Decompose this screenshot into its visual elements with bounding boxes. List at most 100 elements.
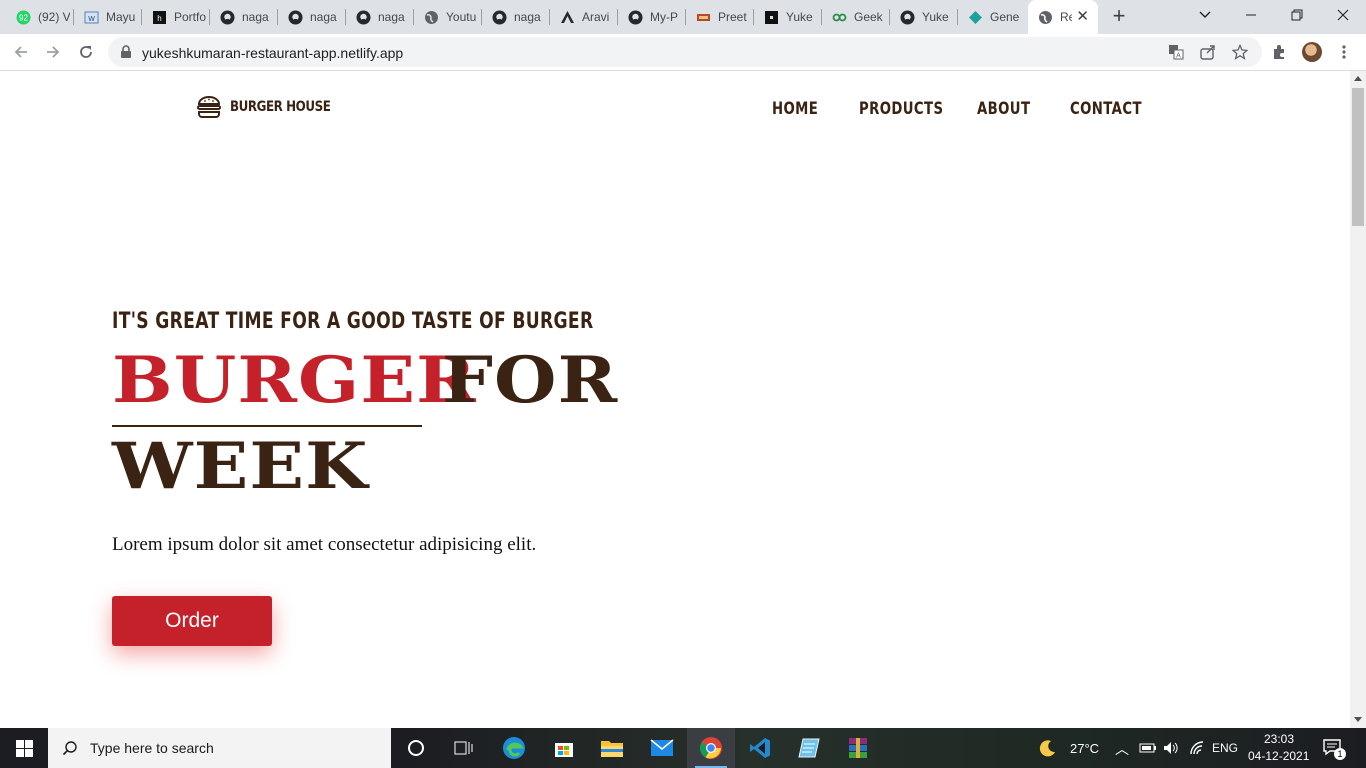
hero-description: Lorem ipsum dolor sit amet consectetur a… (112, 534, 537, 555)
browser-tab[interactable]: naga (210, 0, 278, 34)
tab-title: naga (514, 10, 541, 24)
nav-home[interactable]: HOME (772, 99, 818, 119)
browser-tab[interactable]: h Portfo (142, 0, 210, 34)
tab-title: Portfo (174, 10, 206, 24)
browser-tab[interactable]: naga (482, 0, 550, 34)
start-button[interactable] (0, 728, 48, 768)
chrome-icon (700, 737, 722, 759)
github-icon (900, 10, 915, 25)
browser-toolbar: yukeshkumaran-restaurant-app.netlify.app… (0, 34, 1366, 71)
more-menu-icon[interactable] (1335, 43, 1353, 61)
github-icon (492, 10, 507, 25)
wifi-icon[interactable] (1188, 740, 1206, 756)
nav-contact[interactable]: CONTACT (1070, 99, 1142, 119)
back-button[interactable] (9, 40, 33, 64)
weather-widget[interactable] (1027, 728, 1067, 768)
tab-title: Yuke (922, 10, 949, 24)
page-viewport: BURGER HOUSE HOME PRODUCTS ABOUT CONTACT… (0, 71, 1350, 728)
windows-logo-icon (15, 739, 33, 757)
chevron-down-icon (1199, 11, 1211, 18)
scrollbar-thumb[interactable] (1352, 88, 1364, 226)
browser-tab[interactable]: W Mayu (74, 0, 142, 34)
scroll-down-arrow-icon[interactable] (1354, 717, 1362, 722)
github-icon (288, 10, 303, 25)
mail-app[interactable] (638, 728, 686, 768)
browser-tab[interactable]: naga (278, 0, 346, 34)
store-app[interactable] (540, 728, 588, 768)
scroll-up-arrow-icon[interactable] (1354, 76, 1362, 81)
task-view-button[interactable] (440, 728, 488, 768)
bookmark-star-icon[interactable] (1232, 44, 1248, 60)
github-icon (220, 10, 235, 25)
food-icon (696, 10, 711, 25)
order-button[interactable]: Order (112, 596, 272, 646)
diamond-icon (968, 10, 983, 25)
browser-tab[interactable]: 92 (92) V (6, 0, 74, 34)
browser-tab[interactable]: naga (346, 0, 414, 34)
vscode-app[interactable] (736, 728, 784, 768)
notification-center-button[interactable]: 1 (1322, 738, 1346, 760)
burger-icon (197, 96, 221, 118)
whatsapp-icon: 92 (16, 10, 31, 25)
tab-title: naga (310, 10, 337, 24)
svg-text:W: W (88, 16, 95, 23)
clock-date[interactable]: 04-12-2021 (1248, 749, 1309, 763)
reload-button[interactable] (74, 40, 98, 64)
search-icon (62, 741, 77, 756)
nav-about[interactable]: ABOUT (977, 99, 1030, 119)
browser-tab[interactable]: Gene (958, 0, 1026, 34)
tab-title: (92) V (38, 10, 70, 24)
page-scrollbar[interactable] (1350, 71, 1366, 728)
minimize-button[interactable] (1228, 0, 1274, 30)
browser-tab[interactable]: Geek (822, 0, 890, 34)
edge-app[interactable] (490, 728, 538, 768)
close-icon (1337, 9, 1349, 21)
svg-text:h: h (157, 14, 161, 23)
chevron-up-icon[interactable]: ︿ (1115, 739, 1129, 759)
hero-title-for: FOR (442, 343, 619, 418)
tab-title: Gene (990, 10, 1020, 24)
restore-button[interactable] (1274, 0, 1320, 30)
browser-tab[interactable]: Youtu (414, 0, 482, 34)
angular-icon (560, 10, 575, 25)
site-logo[interactable]: BURGER HOUSE (196, 94, 348, 120)
browser-tab[interactable]: Yuke (754, 0, 822, 34)
close-tab-icon[interactable]: ✕ (1076, 9, 1089, 24)
file-explorer-app[interactable] (588, 728, 636, 768)
browser-tab[interactable]: Yuke (890, 0, 958, 34)
extensions-icon[interactable] (1270, 43, 1288, 61)
browser-tab[interactable]: My-P (618, 0, 686, 34)
tab-search-button[interactable] (1182, 0, 1228, 30)
github-icon (628, 10, 643, 25)
close-window-button[interactable] (1320, 0, 1366, 30)
logo-text: BURGER HOUSE (230, 99, 331, 115)
profile-avatar[interactable] (1302, 42, 1322, 62)
translate-icon[interactable]: A (1168, 44, 1184, 60)
url-text[interactable]: yukeshkumaran-restaurant-app.netlify.app (142, 45, 403, 61)
forward-button[interactable] (41, 40, 65, 64)
edge-icon (503, 737, 525, 759)
battery-icon[interactable] (1139, 741, 1157, 755)
github-icon (356, 10, 371, 25)
store-icon (555, 743, 573, 757)
tab-title: Re (1060, 10, 1072, 24)
notepad-app[interactable] (785, 728, 833, 768)
clock-time[interactable]: 23:03 (1264, 732, 1294, 746)
nav-products[interactable]: PRODUCTS (859, 99, 943, 119)
browser-tab[interactable]: Aravi (550, 0, 618, 34)
weather-temperature[interactable]: 27°C (1070, 741, 1099, 756)
share-icon[interactable] (1200, 44, 1216, 60)
address-bar[interactable]: yukeshkumaran-restaurant-app.netlify.app… (108, 37, 1262, 67)
volume-icon[interactable] (1162, 740, 1180, 756)
tab-title: Aravi (582, 10, 610, 24)
globe-icon (1038, 10, 1053, 25)
lock-icon[interactable] (118, 44, 134, 60)
chrome-app[interactable] (687, 728, 735, 768)
browser-tab[interactable]: Preet (686, 0, 754, 34)
cortana-button[interactable] (392, 728, 440, 768)
browser-tab-active[interactable]: Re ✕ (1028, 0, 1098, 34)
language-indicator[interactable]: ENG (1212, 741, 1238, 755)
new-tab-button[interactable]: + (1108, 5, 1130, 28)
taskbar-search[interactable]: Type here to search (48, 728, 391, 768)
winrar-app[interactable] (834, 728, 882, 768)
